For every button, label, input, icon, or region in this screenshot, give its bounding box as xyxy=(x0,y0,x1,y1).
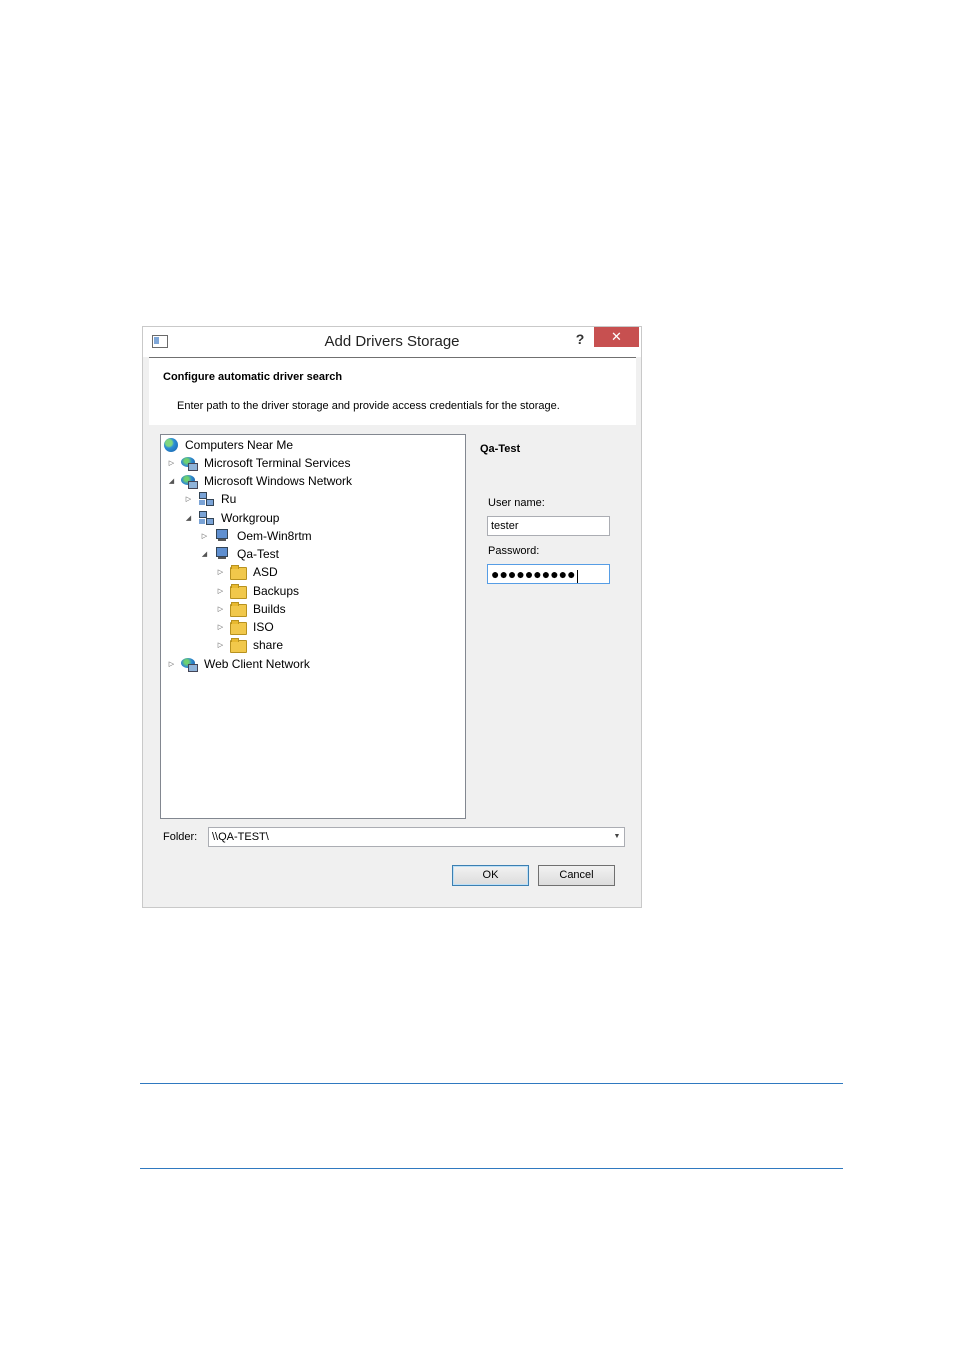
tree-item-label: Microsoft Terminal Services xyxy=(204,456,351,470)
divider-line-bottom xyxy=(140,1168,843,1169)
add-drivers-storage-dialog: Add Drivers Storage ? ✕ Configure automa… xyxy=(142,326,642,908)
workgroup-icon xyxy=(198,511,214,525)
tree-item-label: Backups xyxy=(253,584,300,598)
expand-arrow-icon[interactable]: ▷ xyxy=(215,622,226,633)
tree-item-backups[interactable]: ▷ Backups xyxy=(215,582,299,600)
globe-icon xyxy=(164,438,178,452)
tree-item-label: Web Client Network xyxy=(204,657,310,671)
password-mask: ●●●●●●●●●● xyxy=(491,566,576,582)
collapse-arrow-icon[interactable]: ◢ xyxy=(183,513,194,524)
tree-item-workgroup[interactable]: ◢ Workgroup xyxy=(183,509,279,527)
shared-folder-icon xyxy=(230,584,247,599)
shared-folder-icon xyxy=(230,620,247,635)
tree-item-label: Workgroup xyxy=(221,511,280,525)
dialog-title: Add Drivers Storage xyxy=(324,333,460,350)
shared-folder-icon xyxy=(230,638,247,653)
folder-label: Folder: xyxy=(163,831,198,843)
dialog-header: Configure automatic driver search Enter … xyxy=(149,357,636,426)
workgroup-icon xyxy=(198,492,214,506)
username-input[interactable]: tester xyxy=(487,516,610,536)
tree-item-label: share xyxy=(253,638,284,652)
tree-item-terminal-services[interactable]: ▷ Microsoft Terminal Services xyxy=(166,454,350,472)
dropdown-arrow-icon[interactable]: ▼ xyxy=(610,828,624,846)
folder-path: \\QA-TEST\ xyxy=(212,831,269,843)
tree-item-share[interactable]: ▷ share xyxy=(215,636,283,654)
help-button[interactable]: ? xyxy=(569,329,591,349)
computer-icon xyxy=(214,547,230,561)
expand-arrow-icon[interactable]: ▷ xyxy=(215,586,226,597)
password-input[interactable]: ●●●●●●●●●● xyxy=(487,564,610,584)
text-caret xyxy=(576,569,578,583)
tree-item-label: Computers Near Me xyxy=(185,438,294,452)
header-description: Enter path to the driver storage and pro… xyxy=(177,400,560,412)
password-label: Password: xyxy=(488,545,540,557)
ok-button[interactable]: OK xyxy=(452,865,529,886)
computer-icon xyxy=(214,529,230,543)
tree-item-oem-win8rtm[interactable]: ▷ Oem-Win8rtm xyxy=(199,527,312,545)
tree-item-label: ASD xyxy=(253,565,278,579)
expand-arrow-icon[interactable]: ▷ xyxy=(166,458,177,469)
close-icon: ✕ xyxy=(611,329,622,344)
tree-item-label: ISO xyxy=(253,620,274,634)
cancel-button[interactable]: Cancel xyxy=(538,865,615,886)
tree-item-asd[interactable]: ▷ ASD xyxy=(215,563,278,581)
tree-item-label: Ru xyxy=(221,492,237,506)
tree-item-label: Oem-Win8rtm xyxy=(237,529,312,543)
title-bar: Add Drivers Storage ? ✕ xyxy=(143,327,641,357)
expand-arrow-icon[interactable]: ▷ xyxy=(215,640,226,651)
selected-computer-name: Qa-Test xyxy=(480,443,521,455)
network-icon xyxy=(181,657,198,672)
expand-arrow-icon[interactable]: ▷ xyxy=(215,567,226,578)
collapse-arrow-icon[interactable]: ◢ xyxy=(166,476,177,487)
tree-item-label: Microsoft Windows Network xyxy=(204,474,353,488)
expand-arrow-icon[interactable]: ▷ xyxy=(183,494,194,505)
tree-item-label: Qa-Test xyxy=(237,547,280,561)
expand-arrow-icon[interactable]: ▷ xyxy=(166,659,177,670)
folder-combobox[interactable]: \\QA-TEST\ ▼ xyxy=(208,827,625,847)
shared-folder-icon xyxy=(230,602,247,617)
tree-item-iso[interactable]: ▷ ISO xyxy=(215,618,274,636)
username-label: User name: xyxy=(488,497,545,509)
divider-line-top xyxy=(140,1083,843,1084)
network-tree[interactable]: Computers Near Me ▷ Microsoft Terminal S… xyxy=(160,434,466,819)
close-button[interactable]: ✕ xyxy=(594,327,639,347)
tree-item-ru[interactable]: ▷ Ru xyxy=(183,490,236,508)
tree-item-builds[interactable]: ▷ Builds xyxy=(215,600,286,618)
expand-arrow-icon[interactable]: ▷ xyxy=(199,531,210,542)
dialog-body: Computers Near Me ▷ Microsoft Terminal S… xyxy=(149,425,636,903)
collapse-arrow-icon[interactable]: ◢ xyxy=(199,549,210,560)
tree-item-qa-test[interactable]: ◢ Qa-Test xyxy=(199,545,279,563)
tree-item-label: Builds xyxy=(253,602,286,616)
shared-folder-icon xyxy=(230,565,247,580)
tree-item-web-client-network[interactable]: ▷ Web Client Network xyxy=(166,655,310,673)
network-icon xyxy=(181,474,198,489)
header-title: Configure automatic driver search xyxy=(163,371,343,383)
tree-item-computers-near-me[interactable]: Computers Near Me xyxy=(164,436,293,454)
expand-arrow-icon[interactable]: ▷ xyxy=(215,604,226,615)
network-icon xyxy=(181,456,198,471)
tree-item-windows-network[interactable]: ◢ Microsoft Windows Network xyxy=(166,472,352,490)
